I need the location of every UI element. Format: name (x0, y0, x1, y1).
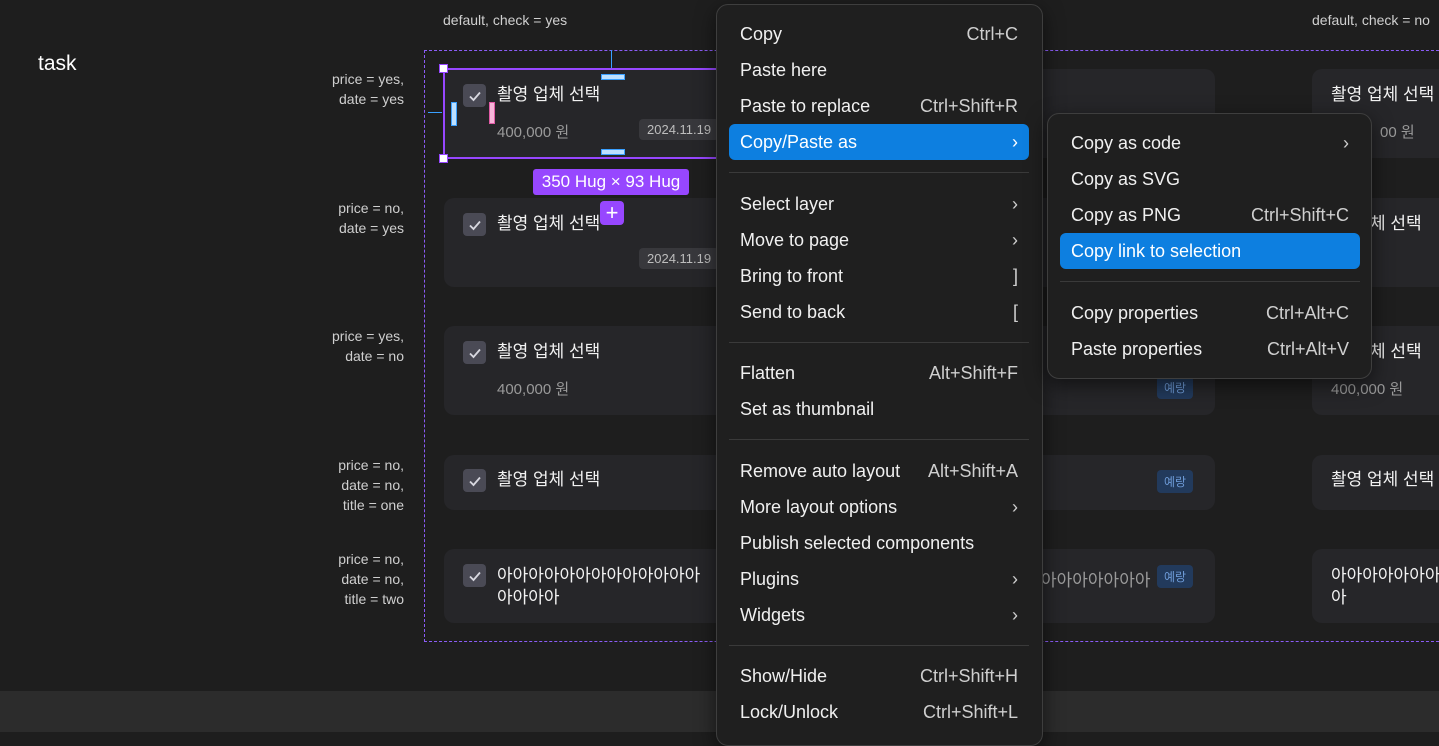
resize-handle[interactable] (439, 64, 448, 73)
checkbox-checked[interactable] (463, 564, 486, 587)
menu-divider (729, 342, 1029, 343)
chevron-right-icon: › (1012, 496, 1018, 517)
card-title: 촬영 업체 선택 (1331, 85, 1435, 104)
menu-item-copy[interactable]: Copy Ctrl+C (729, 16, 1029, 52)
padding-handle[interactable] (601, 149, 625, 155)
context-menu: Copy Ctrl+C Paste here Paste to replace Ct… (716, 4, 1043, 746)
menu-item-widgets[interactable]: Widgets › (729, 597, 1029, 633)
check-icon (468, 220, 481, 230)
date-badge: 2024.11.19 (639, 248, 720, 269)
card-title: 체 선택 (1370, 342, 1422, 361)
card-price: 400,000 원 (1331, 381, 1404, 398)
menu-item-plugins[interactable]: Plugins › (729, 561, 1029, 597)
menu-divider (1060, 281, 1360, 282)
menu-divider (729, 645, 1029, 646)
check-icon (468, 348, 481, 358)
checkbox-checked[interactable] (463, 341, 486, 364)
card-title: 촬영 업체 선택 (497, 470, 601, 489)
page-title: task (38, 52, 77, 75)
menu-item-publish-selected-components[interactable]: Publish selected components (729, 525, 1029, 561)
menu-item-copy-as-png[interactable]: Copy as PNG Ctrl+Shift+C (1060, 197, 1360, 233)
gap-handle[interactable] (489, 102, 495, 124)
chevron-right-icon: › (1012, 131, 1018, 152)
menu-item-paste-here[interactable]: Paste here (729, 52, 1029, 88)
card-title: 체 선택 (1370, 214, 1422, 233)
card-title: 촬영 업체 선택 (497, 342, 601, 361)
menu-item-show-hide[interactable]: Show/Hide Ctrl+Shift+H (729, 658, 1029, 694)
row-label: price = no, date = no, title = two (338, 551, 404, 607)
checkbox-checked[interactable] (463, 213, 486, 236)
menu-item-send-to-back[interactable]: Send to back[ (729, 294, 1029, 330)
menu-item-more-layout-options[interactable]: More layout options › (729, 489, 1029, 525)
menu-item-copy-paste-as[interactable]: Copy/Paste as › (729, 124, 1029, 160)
card-title: 아아아아아아아아아아아아아 아아아아 (497, 566, 701, 607)
chevron-right-icon: › (1012, 193, 1018, 214)
menu-item-paste-properties[interactable]: Paste properties Ctrl+Alt+V (1060, 331, 1360, 367)
assignee-badge: 예랑 (1157, 470, 1194, 493)
chevron-right-icon: › (1012, 604, 1018, 625)
card-title: 촬영 업체 선택 (1331, 470, 1435, 489)
assignee-badge: 예랑 (1157, 376, 1194, 399)
menu-item-bring-to-front[interactable]: Bring to front] (729, 258, 1029, 294)
chevron-right-icon: › (1343, 132, 1349, 153)
card-title: 촬영 업체 선택 (497, 214, 601, 233)
menu-item-copy-as-code[interactable]: Copy as code › (1060, 125, 1360, 161)
card-title: 아아아아아아아 아 (1331, 566, 1439, 607)
padding-handle[interactable] (451, 102, 457, 126)
chevron-right-icon: › (1012, 568, 1018, 589)
card-price: 00 원 (1380, 124, 1415, 141)
row-label: price = yes, date = yes (332, 71, 404, 107)
selection-box[interactable] (443, 68, 733, 159)
task-card[interactable]: 촬영 업체 선택 (1312, 455, 1439, 510)
column-label-check-no: default, check = no (1312, 12, 1430, 28)
card-title-overflow: 아아아아아아아 (1041, 571, 1151, 590)
spacing-guide (428, 112, 442, 113)
menu-item-select-layer[interactable]: Select layer › (729, 186, 1029, 222)
menu-item-remove-auto-layout[interactable]: Remove auto layout Alt+Shift+A (729, 453, 1029, 489)
menu-item-lock-unlock[interactable]: Lock/Unlock Ctrl+Shift+L (729, 694, 1029, 730)
spacing-guide (611, 50, 612, 68)
card-price: 400,000 원 (497, 381, 570, 398)
check-icon (468, 476, 481, 486)
add-variant-button[interactable]: + (600, 201, 624, 225)
copy-paste-as-submenu: Copy as code › Copy as SVG Copy as PNG Ctr… (1047, 113, 1372, 379)
menu-item-flatten[interactable]: Flatten Alt+Shift+F (729, 355, 1029, 391)
menu-item-copy-link-to-selection[interactable]: Copy link to selection (1060, 233, 1360, 269)
column-label-check-yes: default, check = yes (443, 12, 568, 28)
menu-item-paste-to-replace[interactable]: Paste to replace Ctrl+Shift+R (729, 88, 1029, 124)
menu-item-move-to-page[interactable]: Move to page › (729, 222, 1029, 258)
row-label: price = no, date = yes (338, 200, 404, 236)
chevron-right-icon: › (1012, 229, 1018, 250)
row-label: price = yes, date = no (332, 328, 404, 364)
assignee-badge: 예랑 (1157, 565, 1194, 588)
menu-item-set-as-thumbnail[interactable]: Set as thumbnail (729, 391, 1029, 427)
task-card[interactable]: 아아아아아아아 아 (1312, 549, 1439, 623)
menu-item-copy-as-svg[interactable]: Copy as SVG (1060, 161, 1360, 197)
menu-divider (729, 172, 1029, 173)
resize-handle[interactable] (439, 154, 448, 163)
menu-item-copy-properties[interactable]: Copy properties Ctrl+Alt+C (1060, 295, 1360, 331)
menu-divider (729, 439, 1029, 440)
check-icon (468, 571, 481, 581)
row-label: price = no, date = no, title = one (338, 457, 404, 513)
padding-handle[interactable] (601, 74, 625, 80)
size-label: 350 Hug × 93 Hug (533, 169, 689, 195)
checkbox-checked[interactable] (463, 469, 486, 492)
